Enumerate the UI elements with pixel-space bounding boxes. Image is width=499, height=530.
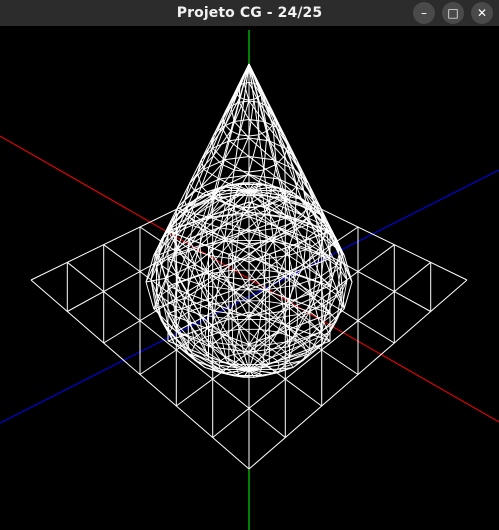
cone-ring-segment: [239, 100, 250, 103]
cone-ring-segment: [248, 98, 254, 101]
cone-ring-segment: [248, 169, 264, 173]
maximize-icon: □: [447, 6, 459, 20]
sphere-latitude-segment: [188, 304, 210, 313]
scene-render: [0, 30, 499, 530]
cone-ring-segment: [244, 82, 250, 84]
cone-ring-segment: [189, 168, 204, 184]
sphere-longitude-segment: [264, 319, 267, 346]
app-window: Projeto CG - 24/25 – □ ✕: [0, 0, 499, 530]
window-title: Projeto CG - 24/25: [176, 5, 323, 21]
cone-ring-segment: [219, 174, 250, 180]
sphere-latitude-segment: [258, 227, 278, 232]
gl-viewport[interactable]: [0, 26, 499, 530]
sphere-longitude-segment: [336, 293, 342, 321]
sphere-longitude-segment: [231, 240, 234, 271]
cone-diagonal: [308, 183, 327, 228]
sphere-longitude-segment: [264, 289, 267, 320]
cone-ring-segment: [229, 137, 250, 142]
sphere-latitude-segment: [220, 227, 240, 232]
minimize-icon: –: [421, 6, 427, 20]
cone-diagonal: [214, 279, 250, 312]
cone-slice-segment: [228, 121, 235, 141]
sphere-latitude-segment: [225, 353, 235, 358]
sphere-latitude-segment: [277, 360, 280, 366]
close-icon: ✕: [476, 6, 488, 20]
sphere-diagonal: [232, 344, 264, 365]
sphere-longitude-segment: [231, 214, 234, 241]
cone-ring-segment: [224, 156, 250, 161]
title-bar[interactable]: Projeto CG - 24/25 – □ ✕: [0, 0, 499, 26]
cone-ring-segment: [343, 281, 353, 309]
sphere-longitude-segment: [264, 240, 267, 271]
cone-ring-segment: [248, 134, 259, 137]
maximize-button[interactable]: □: [442, 2, 464, 24]
sphere-longitude-segment: [231, 319, 234, 346]
minimize-button[interactable]: –: [413, 2, 435, 24]
sphere-latitude-segment: [271, 356, 278, 362]
sphere-latitude-segment: [218, 360, 221, 366]
cone-ring-segment: [224, 124, 232, 132]
cone-diagonal: [248, 134, 260, 173]
sphere-longitude-segment: [231, 289, 234, 320]
window-controls: – □ ✕: [413, 2, 493, 24]
cone-ring-segment: [248, 100, 259, 103]
sphere-latitude-segment: [263, 353, 273, 358]
cone-slice-segment: [200, 135, 214, 160]
close-button[interactable]: ✕: [471, 2, 493, 24]
sphere-latitude-segment: [220, 356, 227, 362]
